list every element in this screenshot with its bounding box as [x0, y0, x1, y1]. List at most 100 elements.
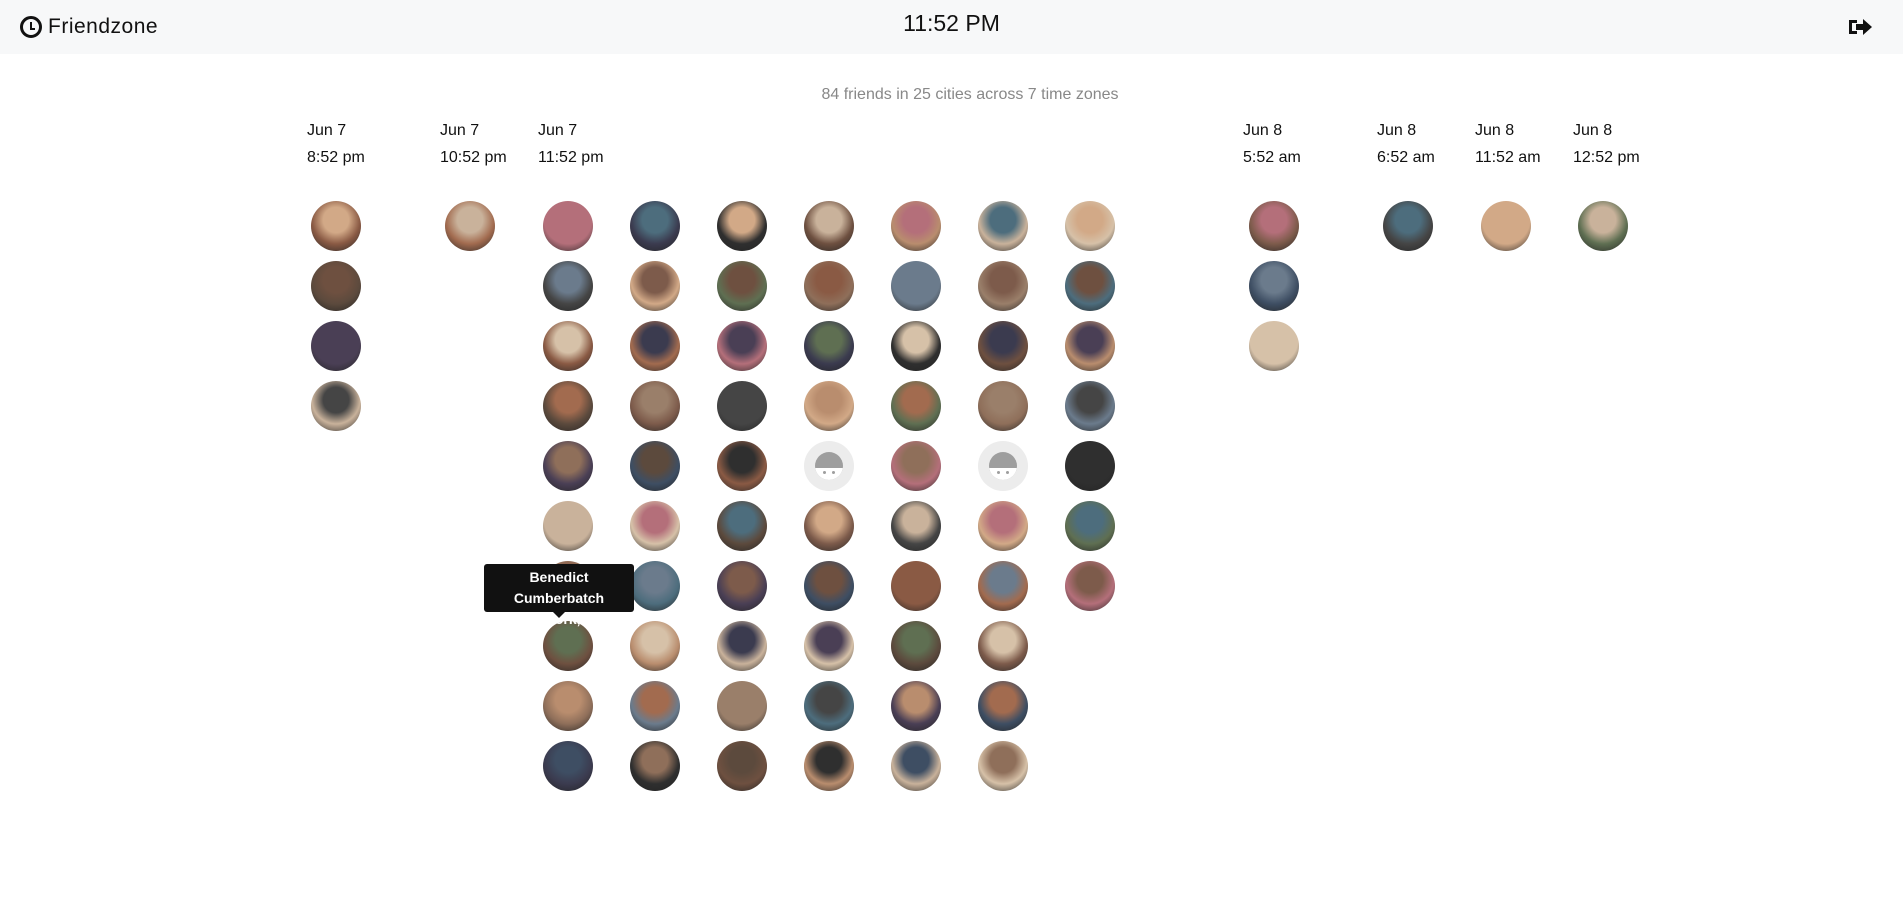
friends-summary: 84 friends in 25 cities across 7 time zo… [821, 86, 1119, 103]
friend-avatar[interactable] [543, 741, 593, 791]
timezone-header: Jun 8 6:52 am [1377, 117, 1435, 171]
friend-avatar[interactable] [1249, 201, 1299, 251]
friend-avatar[interactable] [1481, 201, 1531, 251]
default-avatar[interactable] [804, 441, 854, 491]
friend-avatar[interactable] [717, 501, 767, 551]
friend-avatar[interactable] [1578, 201, 1628, 251]
friend-avatar[interactable] [311, 321, 361, 371]
friend-avatar[interactable] [804, 381, 854, 431]
friend-avatar[interactable] [717, 441, 767, 491]
friend-avatar[interactable] [630, 321, 680, 371]
friend-avatar[interactable] [630, 681, 680, 731]
friend-avatar[interactable] [978, 261, 1028, 311]
current-time: 11:52 PM [903, 10, 1000, 36]
friend-avatar[interactable] [311, 381, 361, 431]
friend-avatar[interactable] [1065, 201, 1115, 251]
friend-avatar[interactable] [630, 441, 680, 491]
friend-avatar[interactable] [978, 201, 1028, 251]
timezone-header: Jun 8 12:52 pm [1573, 117, 1640, 171]
timezone-time: 11:52 pm [538, 149, 604, 166]
friend-avatar[interactable] [978, 501, 1028, 551]
friend-avatar[interactable] [1065, 261, 1115, 311]
friend-avatar[interactable] [717, 681, 767, 731]
friend-avatar[interactable] [1383, 201, 1433, 251]
friend-avatar[interactable] [891, 561, 941, 611]
friend-avatar[interactable] [543, 501, 593, 551]
friend-avatar[interactable] [630, 201, 680, 251]
friend-avatar[interactable] [804, 741, 854, 791]
friend-avatar[interactable] [1249, 261, 1299, 311]
friend-avatar[interactable] [311, 201, 361, 251]
friend-avatar[interactable] [891, 201, 941, 251]
friend-avatar[interactable] [891, 261, 941, 311]
friend-avatar[interactable] [630, 621, 680, 671]
friend-avatar[interactable] [311, 261, 361, 311]
top-bar: Friendzone 11:52 PM [0, 0, 1903, 54]
timezone-header: Jun 7 11:52 pm [538, 117, 604, 171]
friend-avatar[interactable] [891, 681, 941, 731]
friend-avatar[interactable] [717, 261, 767, 311]
timezone-time: 12:52 pm [1573, 149, 1640, 166]
friend-avatar[interactable] [717, 321, 767, 371]
default-avatar[interactable] [978, 441, 1028, 491]
timezone-time: 11:52 am [1475, 149, 1541, 166]
friend-avatar[interactable] [543, 381, 593, 431]
timezone-date: Jun 7 [538, 122, 578, 139]
timezone-time: 10:52 pm [440, 149, 507, 166]
friend-avatar[interactable] [804, 681, 854, 731]
friend-avatar[interactable] [804, 621, 854, 671]
friend-avatar[interactable] [717, 381, 767, 431]
friend-avatar[interactable] [445, 201, 495, 251]
friend-avatar[interactable] [1065, 441, 1115, 491]
timezone-header: Jun 8 11:52 am [1475, 117, 1541, 171]
friend-avatar[interactable] [717, 741, 767, 791]
friend-avatar[interactable] [717, 621, 767, 671]
timezone-time: 6:52 am [1377, 149, 1435, 166]
friend-avatar[interactable] [804, 201, 854, 251]
friend-avatar[interactable] [804, 261, 854, 311]
timezone-date: Jun 8 [1377, 122, 1417, 139]
tooltip-location: New York, NY [514, 611, 604, 627]
timezone-header: Jun 7 8:52 pm [307, 117, 365, 171]
friend-avatar[interactable] [543, 321, 593, 371]
friend-avatar[interactable] [630, 381, 680, 431]
friend-avatar[interactable] [630, 561, 680, 611]
friend-avatar[interactable] [1065, 501, 1115, 551]
friend-avatar[interactable] [978, 381, 1028, 431]
friend-avatar[interactable] [1065, 381, 1115, 431]
timezone-time: 8:52 pm [307, 149, 365, 166]
friend-avatar[interactable] [630, 741, 680, 791]
friend-avatar[interactable] [978, 741, 1028, 791]
friend-avatar[interactable] [630, 501, 680, 551]
friend-avatar[interactable] [1065, 321, 1115, 371]
friend-avatar[interactable] [1065, 561, 1115, 611]
friend-avatar[interactable] [978, 321, 1028, 371]
friend-avatar[interactable] [543, 681, 593, 731]
timezone-header: Jun 7 10:52 pm [440, 117, 507, 171]
friend-avatar[interactable] [891, 441, 941, 491]
friend-avatar[interactable] [978, 681, 1028, 731]
friend-avatar[interactable] [978, 561, 1028, 611]
friend-avatar[interactable] [978, 621, 1028, 671]
friend-avatar[interactable] [543, 261, 593, 311]
tooltip-name: Benedict Cumberbatch [513, 569, 605, 606]
timezone-header: Jun 8 5:52 am [1243, 117, 1301, 171]
friend-avatar[interactable] [891, 501, 941, 551]
timezone-date: Jun 8 [1475, 122, 1515, 139]
friend-avatar[interactable] [804, 561, 854, 611]
friend-avatar[interactable] [717, 561, 767, 611]
timezone-date: Jun 8 [1243, 122, 1283, 139]
friend-avatar[interactable] [717, 201, 767, 251]
friend-avatar[interactable] [804, 501, 854, 551]
friend-avatar[interactable] [891, 621, 941, 671]
friend-avatar[interactable] [1249, 321, 1299, 371]
friend-avatar[interactable] [891, 381, 941, 431]
friend-avatar[interactable] [891, 741, 941, 791]
friend-avatar[interactable] [804, 321, 854, 371]
logout-icon[interactable] [1847, 16, 1873, 38]
friend-avatar[interactable] [630, 261, 680, 311]
friend-avatar[interactable] [891, 321, 941, 371]
friend-avatar[interactable] [543, 201, 593, 251]
friend-avatar[interactable] [543, 441, 593, 491]
timezone-date: Jun 7 [307, 122, 347, 139]
